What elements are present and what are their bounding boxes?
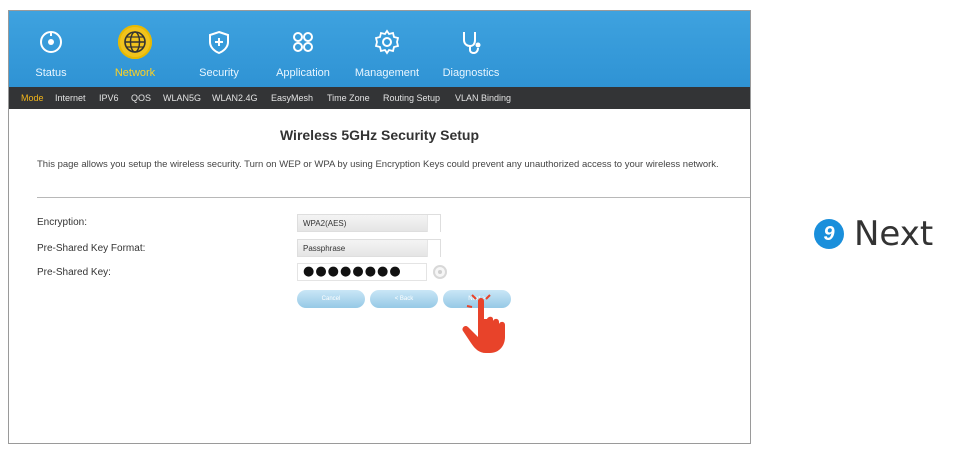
chevron-down-icon: [427, 215, 440, 232]
cancel-button[interactable]: Cancel: [297, 290, 365, 308]
psk-format-select-value: Passphrase: [303, 244, 346, 253]
nav-application-label: Application: [276, 67, 330, 79]
nav-diagnostics-label: Diagnostics: [442, 67, 500, 79]
shield-icon: [202, 25, 236, 59]
nav-management[interactable]: Management: [345, 11, 429, 87]
back-button[interactable]: < Back: [370, 290, 438, 308]
show-password-icon[interactable]: [433, 265, 447, 279]
step-indicator: 9 Next: [814, 214, 934, 254]
subnav-easymesh[interactable]: EasyMesh: [271, 87, 313, 109]
encryption-label: Encryption:: [37, 217, 88, 228]
psk-format-label: Pre-Shared Key Format:: [37, 243, 146, 254]
pointing-hand-icon: [462, 294, 505, 353]
psk-format-select[interactable]: Passphrase: [297, 239, 441, 257]
subnav-ipv6[interactable]: IPV6: [99, 87, 119, 109]
main-navigation: Status Network Security Application Mana: [9, 11, 750, 87]
subnav-vlan-binding[interactable]: VLAN Binding: [455, 87, 511, 109]
nav-security[interactable]: Security: [177, 11, 261, 87]
subnav-qos[interactable]: QOS: [131, 87, 151, 109]
nav-diagnostics[interactable]: Diagnostics: [429, 11, 513, 87]
subnav-internet[interactable]: Internet: [55, 87, 86, 109]
page-description: This page allows you setup the wireless …: [37, 159, 719, 170]
divider: [37, 197, 750, 198]
step-number-badge: 9: [814, 219, 844, 249]
page-title: Wireless 5GHz Security Setup: [279, 127, 480, 143]
nav-network[interactable]: Network: [93, 11, 177, 87]
subnav-time-zone[interactable]: Time Zone: [327, 87, 370, 109]
chevron-down-icon: [427, 240, 440, 257]
psk-label: Pre-Shared Key:: [37, 267, 111, 278]
encryption-select[interactable]: WPA2(AES): [297, 214, 441, 232]
encryption-select-value: WPA2(AES): [303, 219, 347, 228]
nav-management-label: Management: [354, 67, 420, 79]
subnav-wlan24g[interactable]: WLAN2.4G: [212, 87, 258, 109]
status-icon: [34, 25, 68, 59]
subnav-routing-setup[interactable]: Routing Setup: [383, 87, 440, 109]
router-admin-window: Status Network Security Application Mana: [8, 10, 751, 444]
apps-icon: [286, 25, 320, 59]
nav-security-label: Security: [199, 67, 239, 79]
stethoscope-icon: [454, 25, 488, 59]
subnav-mode[interactable]: Mode: [21, 87, 44, 109]
subnav-wlan5g[interactable]: WLAN5G: [163, 87, 201, 109]
nav-application[interactable]: Application: [261, 11, 345, 87]
psk-input[interactable]: ●●●●●●●●: [297, 263, 427, 281]
step-text: Next: [854, 214, 934, 254]
nav-network-label: Network: [114, 67, 156, 79]
nav-status[interactable]: Status: [9, 11, 93, 87]
nav-status-label: Status: [35, 67, 67, 79]
globe-icon: [118, 25, 152, 59]
sub-navigation: Mode Internet IPV6 QOS WLAN5G WLAN2.4G E…: [9, 87, 750, 109]
gear-icon: [370, 25, 404, 59]
